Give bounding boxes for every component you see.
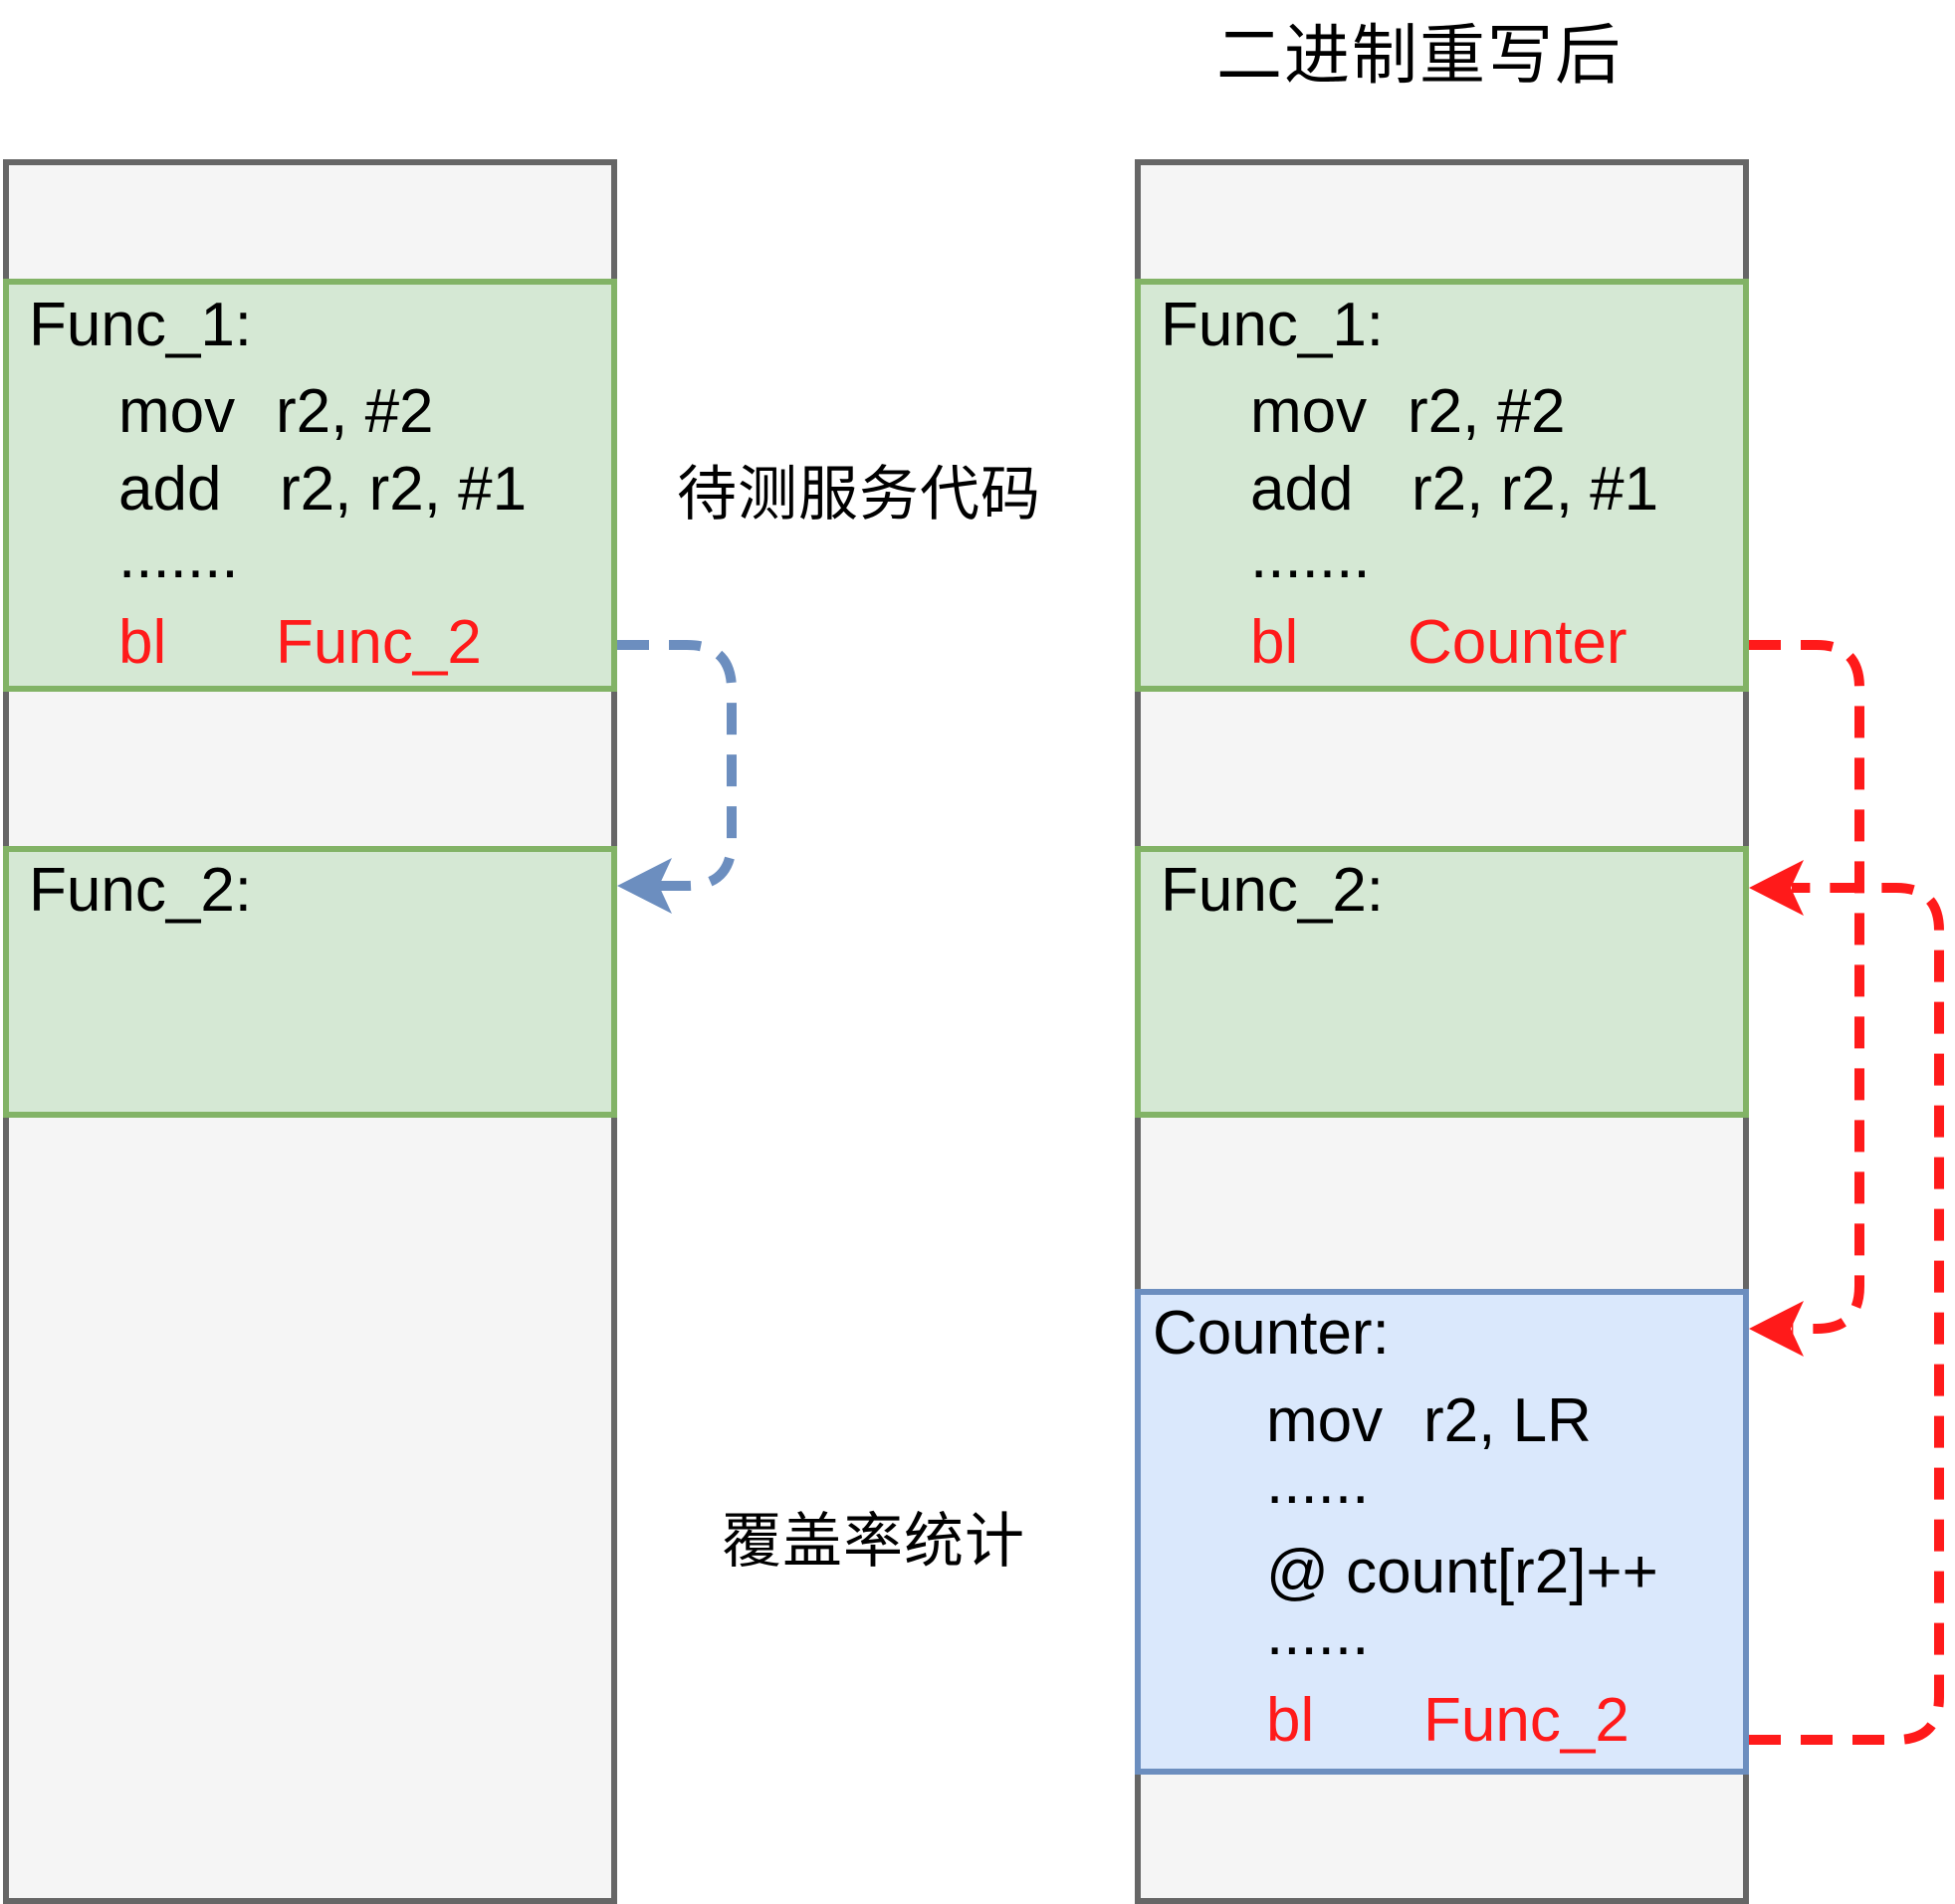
right-func1-to-counter-arrow <box>1749 640 1864 1334</box>
branch-arrows <box>617 640 1944 1745</box>
right-counter-to-func2-arrow <box>1749 883 1944 1745</box>
right-func1-to-counter-arrowhead <box>1749 1301 1804 1357</box>
left-branch-arrow <box>617 640 737 891</box>
